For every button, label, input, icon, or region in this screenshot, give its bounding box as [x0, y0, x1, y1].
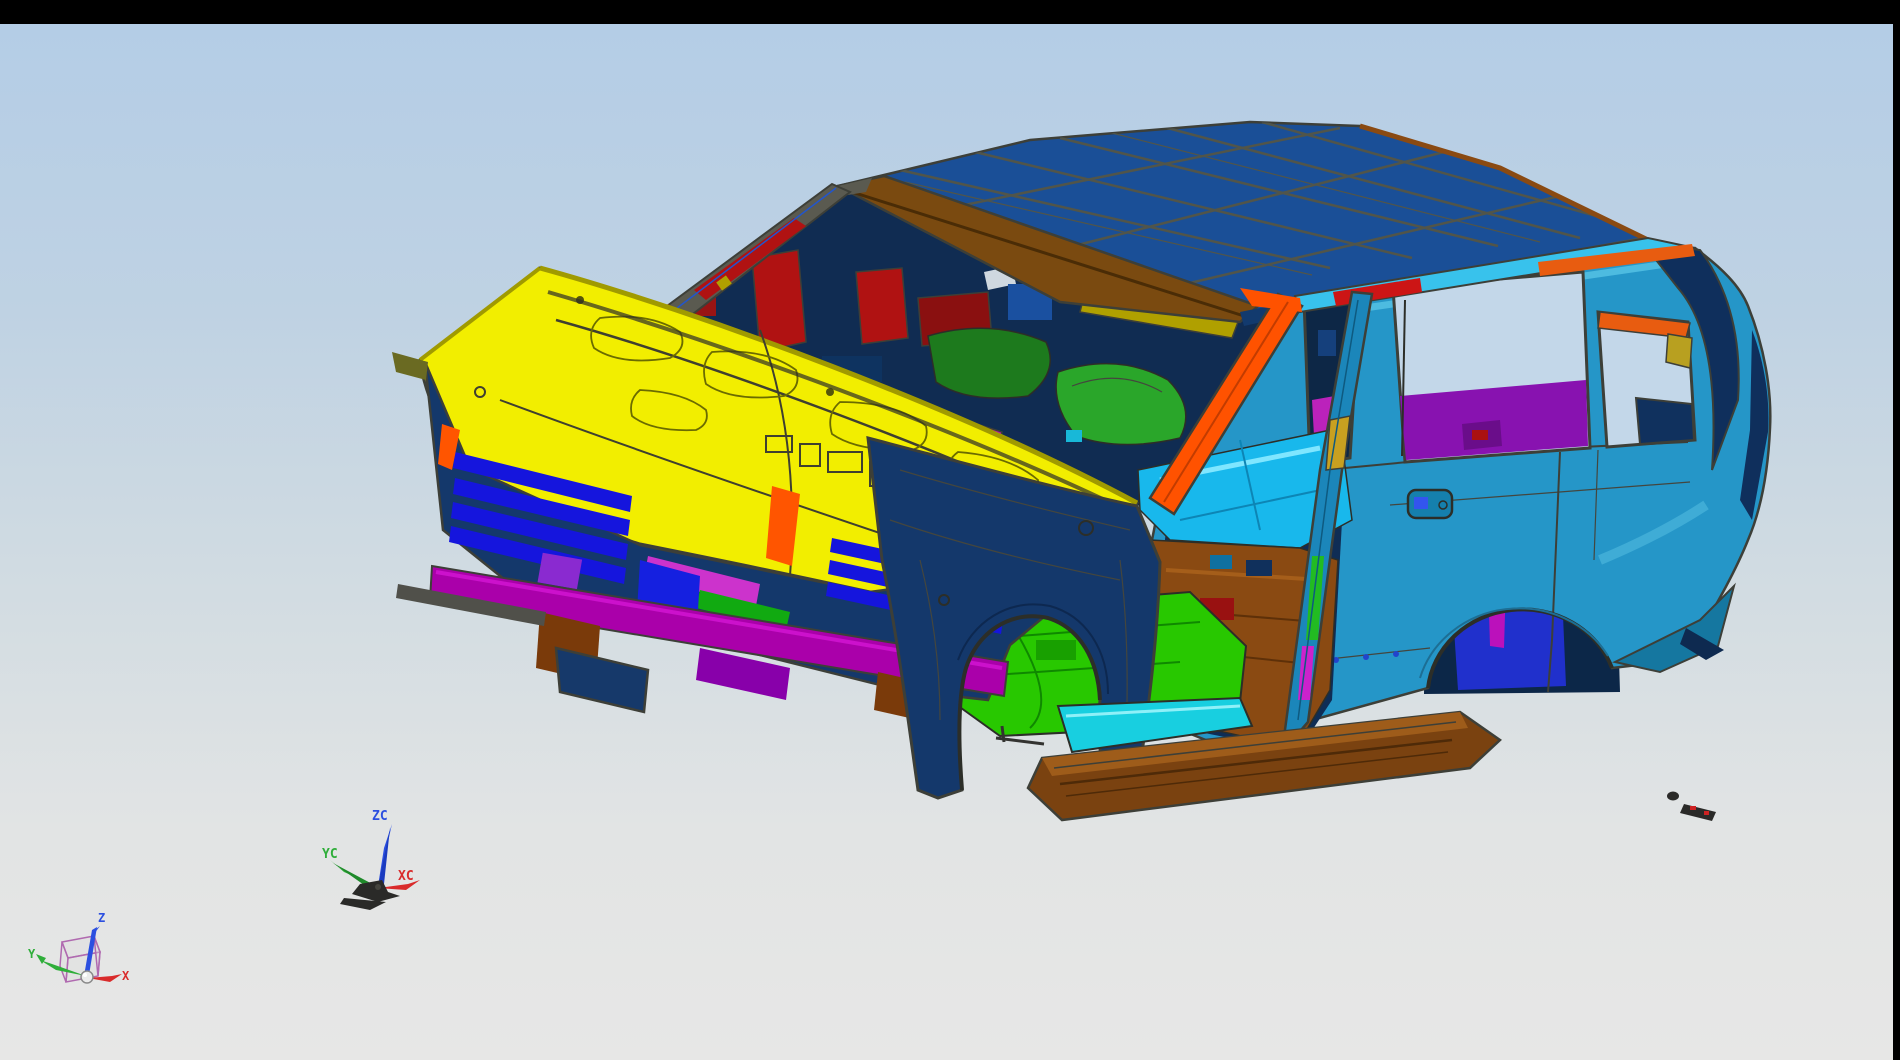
wcs-triad[interactable]: ZC YC XC [322, 809, 420, 910]
part-debris[interactable] [1667, 792, 1716, 822]
quarter-window-opening[interactable] [1598, 312, 1695, 447]
door-handle-recess [1408, 490, 1452, 518]
wcs-x-label: XC [398, 869, 414, 884]
wcs-y-label: YC [322, 847, 338, 862]
abs-z-label: Z [98, 911, 105, 925]
cad-viewport[interactable]: ZC YC XC Z Y X [0, 0, 1900, 1060]
abs-y-label: Y [28, 947, 36, 961]
wcs-z-label: ZC [372, 809, 388, 824]
model-canvas[interactable]: ZC YC XC Z Y X [0, 0, 1900, 1060]
absolute-triad[interactable]: Z Y X [28, 911, 130, 983]
rear-door-window-opening[interactable] [1393, 272, 1590, 462]
abs-x-label: X [122, 969, 130, 983]
